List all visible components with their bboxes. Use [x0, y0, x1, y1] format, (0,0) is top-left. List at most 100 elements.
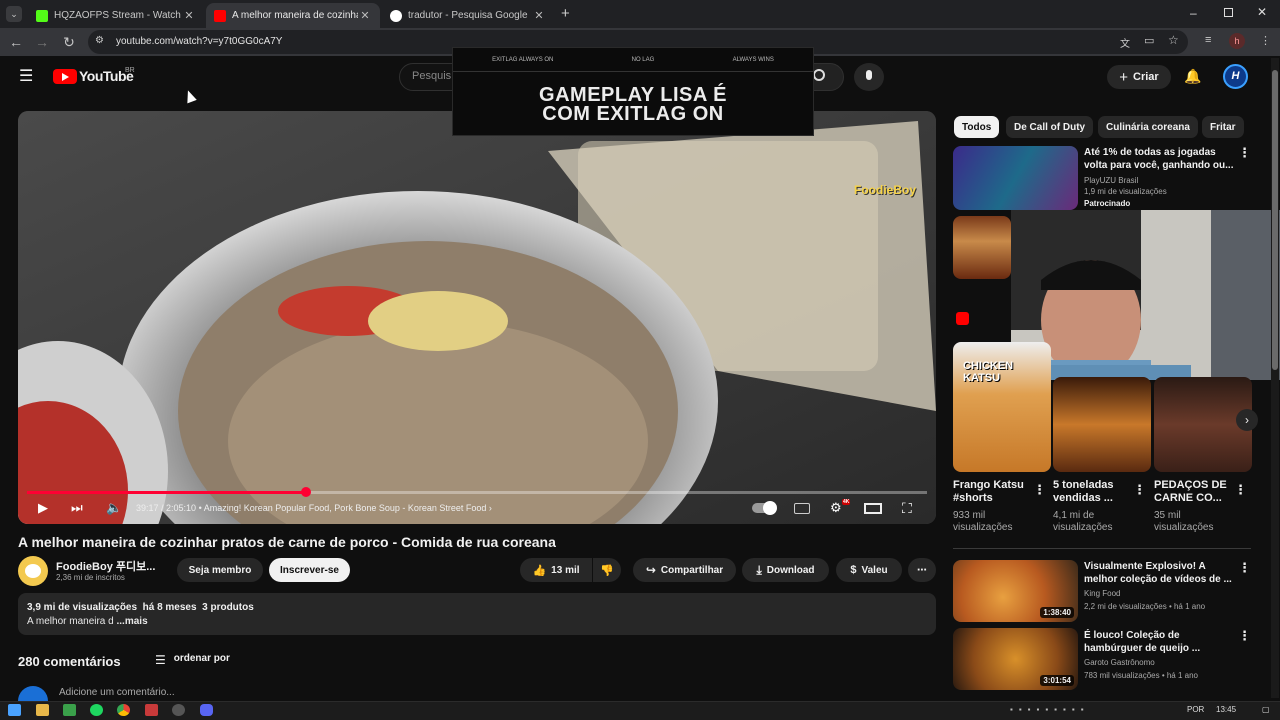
page-scrollbar[interactable]	[1271, 58, 1279, 698]
settings-gear-icon[interactable]: ⚙	[830, 500, 842, 516]
sort-comments-button[interactable]: ☰ ordenar por	[155, 653, 230, 667]
theater-mode-icon[interactable]	[864, 503, 882, 514]
related-channel[interactable]: King Food	[1084, 588, 1120, 600]
short-title[interactable]: Frango Katsu #shorts	[953, 479, 1033, 505]
description-box[interactable]	[18, 593, 936, 635]
chapter-title[interactable]: Amazing! Korean Popular Food, Pork Bone …	[204, 503, 487, 513]
progress-bar-played	[27, 491, 306, 494]
related-title[interactable]: Visualmente Explosivo! A melhor coleção …	[1084, 560, 1234, 586]
more-vert-icon[interactable]: ⋮	[1238, 628, 1251, 644]
obs-app-icon[interactable]	[145, 704, 158, 716]
download-button[interactable]: ⤓ Download	[742, 558, 829, 582]
more-vert-icon[interactable]: ⋮	[1033, 482, 1046, 498]
file-explorer-icon[interactable]	[36, 704, 49, 716]
shorts-next-button[interactable]: ›	[1236, 409, 1258, 431]
more-horizontal-icon: ⋯	[917, 564, 927, 576]
chip-korean-cuisine[interactable]: Culinária coreana	[1098, 116, 1198, 138]
more-vert-icon[interactable]: ⋮	[1238, 145, 1251, 161]
stream-overlay-banner: EXITLAG ALWAYS ON NO LAG ALWAYS WINS GAM…	[452, 47, 814, 136]
more-actions-button[interactable]: ⋯	[908, 558, 936, 582]
tab-search-button[interactable]: ⌄	[6, 6, 22, 22]
translate-icon[interactable]: 文	[1120, 35, 1130, 50]
video-player[interactable]: FoodieBoy	[18, 111, 936, 524]
add-comment-input[interactable]: Adicione um comentário...	[59, 687, 175, 698]
volume-icon[interactable]: 🔈	[106, 500, 122, 516]
minimize-window-icon[interactable]: –	[1190, 6, 1197, 20]
youtube-logo-icon[interactable]	[53, 69, 77, 84]
scrollbar-thumb[interactable]	[1272, 70, 1278, 370]
bookmark-star-icon[interactable]: ☆	[1168, 33, 1179, 47]
youtube-favicon-icon	[214, 9, 226, 22]
close-window-icon[interactable]: ✕	[1257, 5, 1267, 19]
tab-youtube-video[interactable]: A melhor maneira de cozinhar pratos ✕	[206, 3, 380, 28]
chip-call-of-duty[interactable]: De Call of Duty	[1006, 116, 1094, 138]
guide-menu-icon[interactable]: ☰	[19, 66, 33, 86]
new-tab-button[interactable]: +	[561, 5, 570, 22]
profile-avatar[interactable]: h	[1229, 33, 1245, 49]
system-tray-icons[interactable]: ▪▪▪▪▪▪▪▪▪	[1010, 705, 1180, 715]
play-icon[interactable]: ▶	[38, 500, 48, 516]
next-icon[interactable]: ⏭	[71, 500, 83, 516]
notification-center-icon[interactable]: ▢	[1262, 705, 1270, 714]
sponsored-thumbnail[interactable]	[953, 146, 1078, 210]
thanks-button[interactable]: $ Valeu	[836, 558, 902, 582]
products-count[interactable]: 3 produtos	[202, 602, 254, 613]
short-thumbnail[interactable]: CHICKEN KATSU	[953, 342, 1051, 472]
related-channel[interactable]: Garoto Gastrônomo	[1084, 657, 1155, 669]
cast-icon[interactable]: ▭	[1144, 34, 1154, 47]
thumbs-up-icon: 👍	[532, 564, 547, 577]
game-launcher-icon[interactable]	[63, 704, 76, 716]
short-thumbnail[interactable]	[1053, 377, 1151, 472]
reload-icon[interactable]: ↻	[61, 34, 77, 50]
clock[interactable]: 13:45	[1216, 705, 1236, 714]
close-icon[interactable]: ✕	[532, 9, 546, 22]
close-icon[interactable]: ✕	[182, 9, 196, 22]
related-title[interactable]: É louco! Coleção de hambúrguer de queijo…	[1084, 629, 1234, 655]
forward-icon[interactable]: →	[34, 34, 50, 50]
show-more-link[interactable]: ...mais	[117, 616, 148, 627]
like-button[interactable]: 👍 13 mil	[520, 558, 592, 582]
progress-scrubber[interactable]	[301, 487, 311, 497]
subtitles-icon[interactable]	[794, 503, 810, 514]
obs-studio-icon[interactable]	[172, 704, 185, 716]
dislike-button[interactable]: 👎	[593, 558, 621, 582]
more-vert-icon[interactable]: ⋮	[1133, 482, 1146, 498]
close-icon[interactable]: ✕	[358, 9, 372, 22]
fullscreen-icon[interactable]: ⛶	[902, 500, 912, 517]
chip-all[interactable]: Todos	[954, 116, 1000, 138]
channel-name[interactable]: FoodieBoy 푸디보...	[56, 558, 155, 574]
chevron-right-icon[interactable]: ›	[489, 503, 492, 513]
media-controls-icon[interactable]: ≡	[1205, 34, 1211, 46]
tab-google-search[interactable]: tradutor - Pesquisa Google ✕	[382, 3, 554, 28]
subscribe-button[interactable]: Inscrever-se	[269, 558, 350, 582]
join-button[interactable]: Seja membro	[177, 558, 263, 582]
site-info-icon[interactable]: ⚙	[95, 35, 104, 46]
channel-avatar[interactable]	[18, 556, 48, 586]
back-icon[interactable]: ←	[8, 34, 24, 50]
windows-start-icon[interactable]	[8, 704, 21, 716]
chip-fry[interactable]: Fritar	[1202, 116, 1244, 138]
voice-search-button[interactable]	[854, 63, 884, 91]
banner-headline: GAMEPLAY LISA É COM EXITLAG ON	[453, 85, 813, 124]
related-thumbnail[interactable]: 3:01:54	[953, 628, 1078, 690]
more-vert-icon[interactable]: ⋮	[1238, 560, 1251, 576]
share-button[interactable]: ↪ Compartilhar	[633, 558, 736, 582]
autoplay-toggle[interactable]	[752, 501, 777, 515]
short-title[interactable]: PEDAÇOS DE CARNE CO...	[1154, 479, 1234, 505]
description-text: A melhor maneira d ...mais	[27, 616, 148, 627]
create-button[interactable]: + Criar	[1107, 65, 1171, 89]
tab-hqzaofps[interactable]: HQZAOFPS Stream - Watch Live ✕	[28, 3, 204, 28]
maximize-window-icon[interactable]	[1224, 8, 1233, 17]
sponsored-card-thumbnail[interactable]	[953, 216, 1011, 279]
chrome-icon[interactable]	[117, 704, 130, 716]
short-title[interactable]: 5 toneladas vendidas ...	[1053, 479, 1133, 505]
related-thumbnail[interactable]: 1:38:40	[953, 560, 1078, 622]
browser-menu-icon[interactable]: ⋮	[1260, 34, 1271, 47]
keyboard-language[interactable]: POR	[1187, 705, 1204, 714]
discord-icon[interactable]	[200, 704, 213, 716]
spotify-icon[interactable]	[90, 704, 103, 716]
notifications-bell-icon[interactable]: 🔔	[1184, 68, 1201, 85]
account-avatar[interactable]: H	[1223, 64, 1248, 89]
sponsored-title[interactable]: Até 1% de todas as jogadas volta para vo…	[1084, 146, 1234, 172]
more-vert-icon[interactable]: ⋮	[1234, 482, 1247, 498]
